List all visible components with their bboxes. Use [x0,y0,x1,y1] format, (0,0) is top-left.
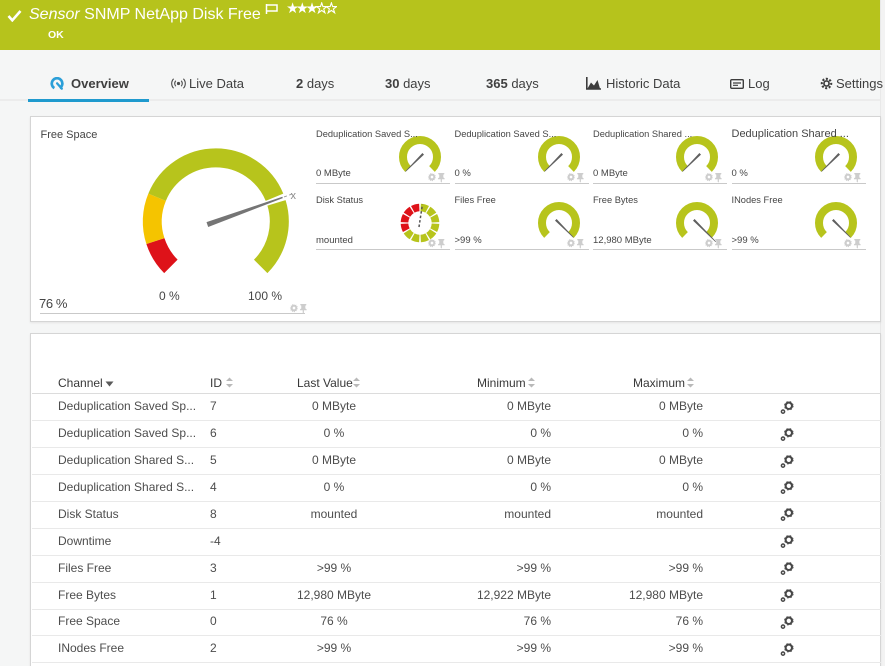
svg-text:x: x [291,190,297,202]
